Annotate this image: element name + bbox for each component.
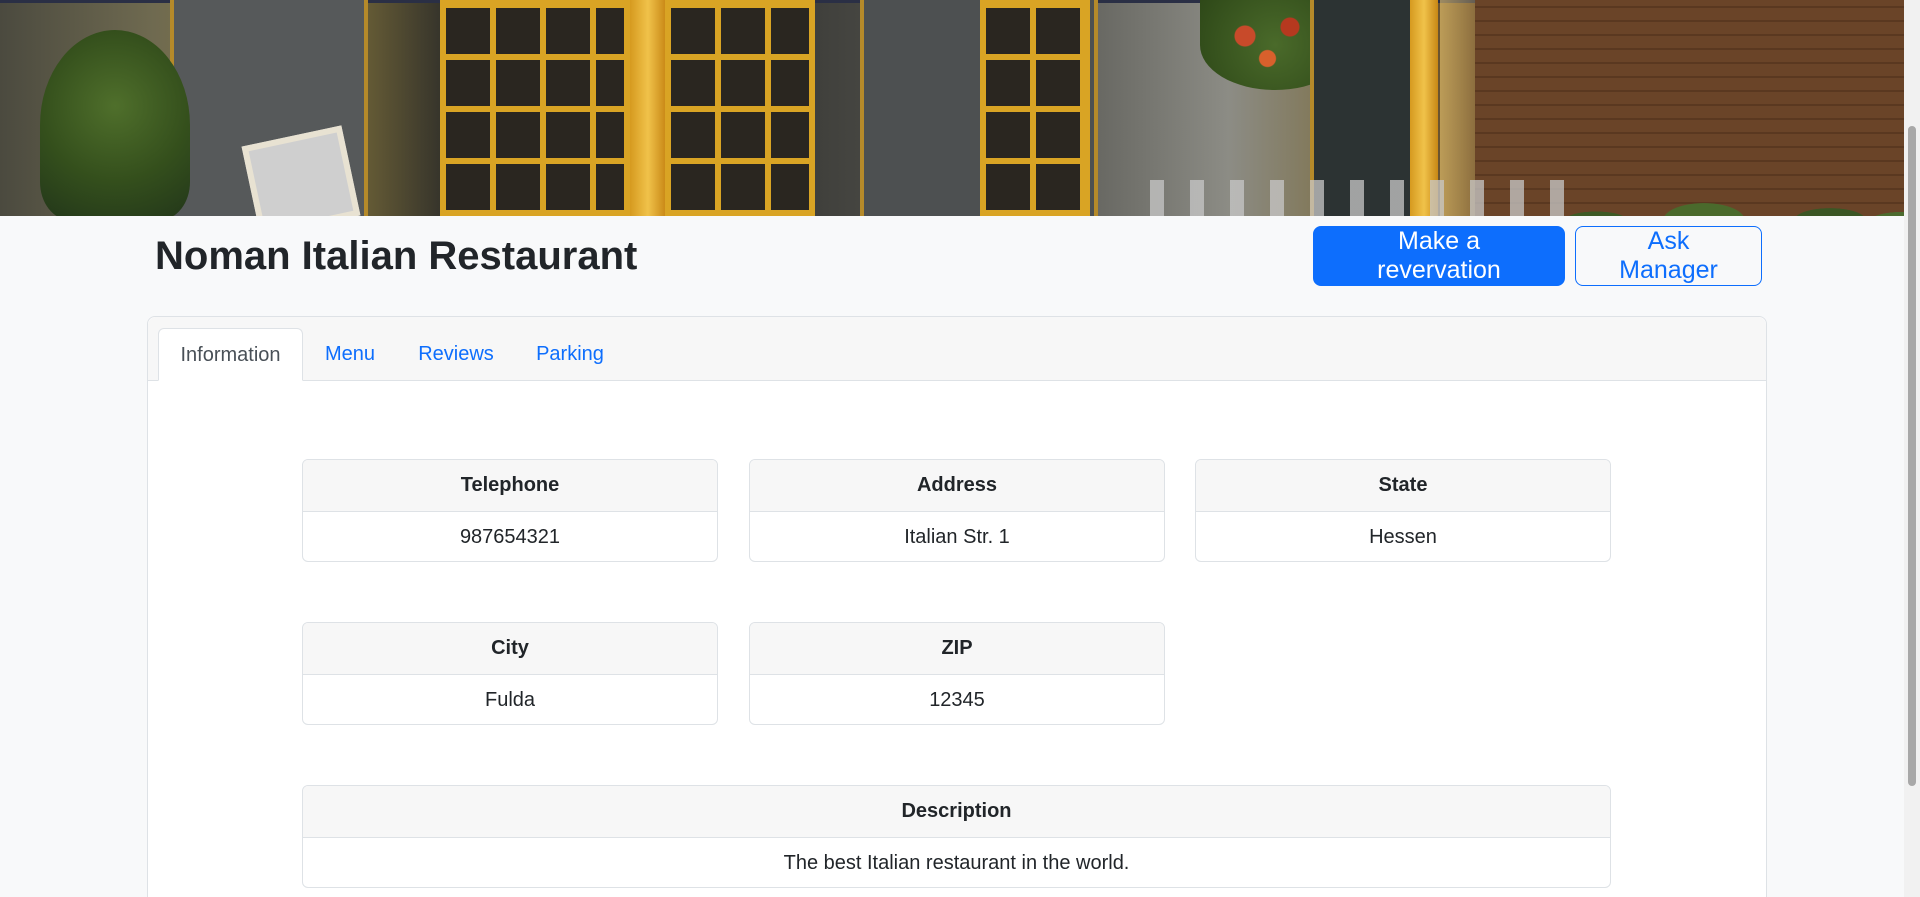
telephone-value: 987654321	[459, 526, 561, 548]
window-door	[665, 0, 815, 216]
vertical-scrollbar[interactable]	[1904, 0, 1920, 897]
tab-parking[interactable]: Parking	[530, 328, 610, 380]
window-door	[980, 0, 1090, 216]
description-value: The best Italian restaurant in the world…	[783, 852, 1130, 874]
terrace-chairs	[1150, 180, 1570, 216]
make-reservation-button[interactable]: Make a revervation	[1313, 226, 1565, 286]
tab-reviews[interactable]: Reviews	[416, 328, 496, 380]
tab-information[interactable]: Information	[158, 328, 303, 381]
tab-bar: Information Menu Reviews Parking	[148, 317, 1766, 381]
zip-box: ZIP 12345	[749, 622, 1165, 725]
address-value: Italian Str. 1	[904, 526, 1010, 548]
address-label: Address	[750, 460, 1164, 512]
city-label: City	[303, 623, 717, 675]
state-label: State	[1196, 460, 1610, 512]
city-box: City Fulda	[302, 622, 718, 725]
zip-value: 12345	[929, 689, 985, 711]
window-door	[440, 0, 630, 216]
restaurant-page: Noman Italian Restaurant Make a revervat…	[0, 0, 1920, 897]
telephone-box: Telephone 987654321	[302, 459, 718, 562]
description-box: Description The best Italian restaurant …	[302, 785, 1611, 888]
description-label: Description	[303, 786, 1610, 838]
page-title: Noman Italian Restaurant	[155, 234, 638, 278]
scrollbar-thumb[interactable]	[1908, 126, 1916, 786]
tab-menu[interactable]: Menu	[320, 328, 380, 380]
zip-label: ZIP	[750, 623, 1164, 675]
state-value: Hessen	[1369, 526, 1437, 548]
plants	[1560, 130, 1920, 216]
address-box: Address Italian Str. 1	[749, 459, 1165, 562]
state-box: State Hessen	[1195, 459, 1611, 562]
city-value: Fulda	[484, 689, 536, 711]
ask-manager-button[interactable]: Ask Manager	[1575, 226, 1762, 286]
telephone-label: Telephone	[303, 460, 717, 512]
hero-banner-image	[0, 0, 1920, 216]
shrub	[40, 30, 190, 216]
